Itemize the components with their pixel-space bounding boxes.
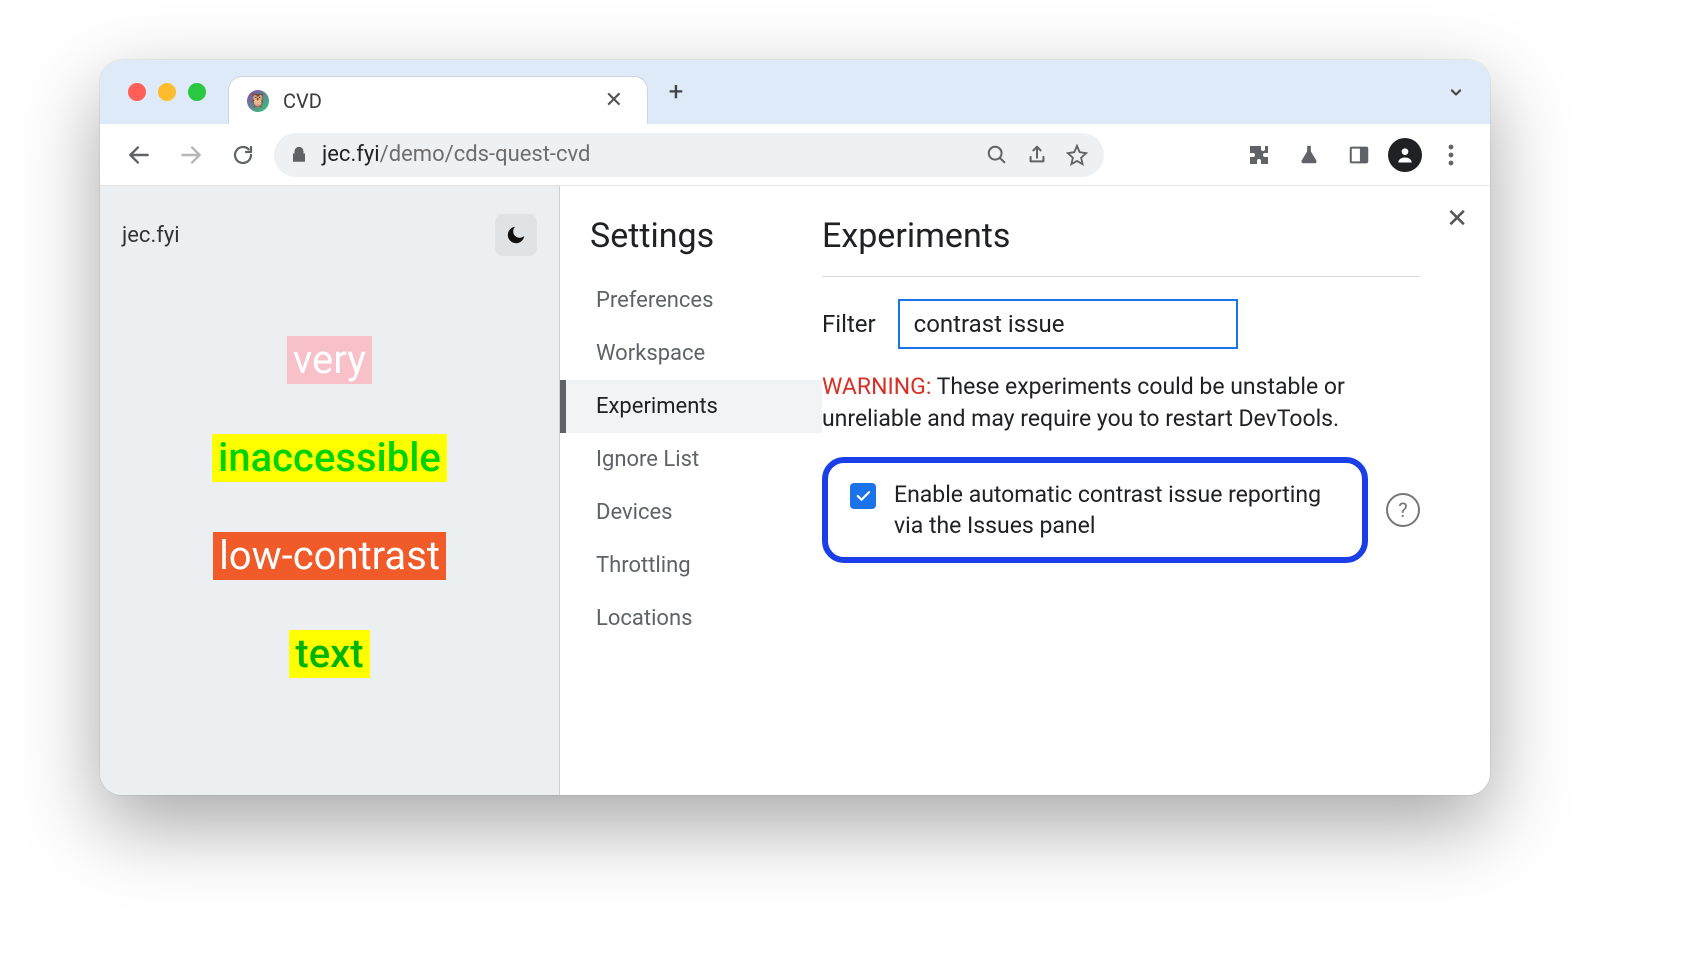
filter-label: Filter (822, 310, 876, 338)
nav-experiments[interactable]: Experiments (560, 380, 822, 433)
address-bar[interactable]: jec.fyi/demo/cds-quest-cvd (274, 133, 1104, 177)
nav-preferences[interactable]: Preferences (560, 274, 822, 327)
url-domain: jec.fyi (322, 142, 380, 167)
back-button[interactable] (118, 134, 160, 176)
profile-button[interactable] (1388, 138, 1422, 172)
close-tab-button[interactable]: ✕ (599, 86, 629, 115)
window-controls (128, 83, 206, 101)
warning-text: WARNING: These experiments could be unst… (822, 371, 1420, 435)
devtools-settings-panel: ✕ Settings Preferences Workspace Experim… (560, 186, 1490, 795)
lock-icon (290, 145, 308, 165)
favicon-icon: 🦉 (247, 90, 269, 112)
forward-button[interactable] (170, 134, 212, 176)
warning-prefix: WARNING: (822, 373, 931, 400)
browser-window: 🦉 CVD ✕ + jec.fyi/d (100, 60, 1490, 795)
demo-word-3: low-contrast (213, 532, 446, 580)
settings-sidebar: Settings Preferences Workspace Experimen… (560, 186, 822, 795)
arrow-right-icon (178, 142, 204, 168)
browser-tab[interactable]: 🦉 CVD ✕ (228, 76, 648, 124)
experiment-checkbox[interactable] (850, 483, 876, 509)
experiment-item[interactable]: Enable automatic contrast issue reportin… (822, 457, 1368, 563)
nav-workspace[interactable]: Workspace (560, 327, 822, 380)
tab-title: CVD (283, 89, 585, 113)
toolbar: jec.fyi/demo/cds-quest-cvd (100, 124, 1490, 186)
star-icon[interactable] (1066, 144, 1088, 166)
labs-button[interactable] (1288, 134, 1330, 176)
panel-icon (1348, 144, 1370, 166)
search-icon[interactable] (986, 144, 1008, 166)
content-area: jec.fyi very inaccessible low-contrast t… (100, 186, 1490, 795)
minimize-window-button[interactable] (158, 83, 176, 101)
nav-devices[interactable]: Devices (560, 486, 822, 539)
divider (822, 276, 1420, 277)
url-path: /demo/cds-quest-cvd (380, 142, 591, 167)
extensions-button[interactable] (1238, 134, 1280, 176)
new-tab-button[interactable]: + (656, 72, 696, 112)
close-window-button[interactable] (128, 83, 146, 101)
demo-word-1: very (287, 336, 372, 384)
theme-toggle-button[interactable] (495, 214, 537, 256)
url-text: jec.fyi/demo/cds-quest-cvd (322, 142, 972, 167)
close-settings-button[interactable]: ✕ (1446, 204, 1468, 234)
section-title: Experiments (822, 216, 1420, 256)
webpage: jec.fyi very inaccessible low-contrast t… (100, 186, 560, 795)
tab-strip: 🦉 CVD ✕ + (100, 60, 1490, 124)
nav-ignore-list[interactable]: Ignore List (560, 433, 822, 486)
check-icon (854, 487, 872, 505)
experiment-label: Enable automatic contrast issue reportin… (894, 479, 1340, 541)
site-title: jec.fyi (122, 223, 180, 248)
kebab-icon (1448, 144, 1454, 166)
demo-word-2: inaccessible (212, 434, 447, 482)
tabs-dropdown-button[interactable] (1436, 72, 1476, 112)
moon-icon (505, 224, 527, 246)
maximize-window-button[interactable] (188, 83, 206, 101)
person-icon (1395, 145, 1415, 165)
flask-icon (1298, 143, 1320, 167)
demo-word-4: text (289, 630, 369, 678)
settings-main: Experiments Filter WARNING: These experi… (822, 186, 1490, 795)
nav-throttling[interactable]: Throttling (560, 539, 822, 592)
nav-locations[interactable]: Locations (560, 592, 822, 645)
chevron-down-icon (1446, 82, 1466, 102)
sidepanel-button[interactable] (1338, 134, 1380, 176)
reload-icon (231, 143, 255, 167)
share-icon[interactable] (1026, 144, 1048, 166)
reload-button[interactable] (222, 134, 264, 176)
arrow-left-icon (126, 142, 152, 168)
help-button[interactable]: ? (1386, 493, 1420, 527)
puzzle-icon (1247, 143, 1271, 167)
menu-button[interactable] (1430, 134, 1472, 176)
settings-title: Settings (560, 216, 822, 274)
filter-input[interactable] (898, 299, 1238, 349)
